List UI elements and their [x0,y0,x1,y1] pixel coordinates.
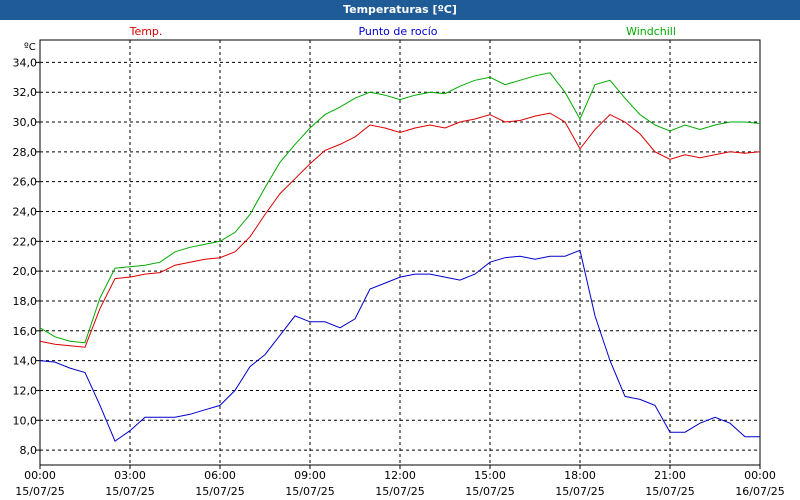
y-tick-label: 8,0 [20,444,38,457]
x-tick-time-label: 18:00 [564,469,596,482]
x-tick-date-label: 15/07/25 [645,485,694,498]
y-axis-unit-label: ºC [24,42,36,53]
x-tick-date-label: 15/07/25 [555,485,604,498]
y-tick-label: 24,0 [13,205,38,218]
y-tick-label: 16,0 [13,325,38,338]
x-tick-time-label: 21:00 [654,469,686,482]
y-tick-label: 28,0 [13,146,38,159]
x-axis-ticks: 00:00 15/07/25 03:00 15/07/25 06:00 15/07/25 0… [15,465,785,498]
x-tick-time-label: 15:00 [474,469,506,482]
legend: Temp. Punto de rocío Windchill [129,25,676,38]
x-tick-date-label: 15/07/25 [15,485,64,498]
y-tick-label: 34,0 [13,56,38,69]
x-tick-date-label: 15/07/25 [465,485,514,498]
y-axis-ticks: 8,0 10,0 12,0 14,0 16,0 18,0 20,0 22,0 24,0 26,0 2… [13,56,40,457]
y-tick-label: 14,0 [13,355,38,368]
y-tick-label: 18,0 [13,295,38,308]
x-tick-time-label: 09:00 [294,469,326,482]
x-tick-date-label: 16/07/25 [735,485,784,498]
y-tick-label: 30,0 [13,116,38,129]
y-tick-label: 22,0 [13,235,38,248]
y-tick-label: 26,0 [13,176,38,189]
x-tick-time-label: 12:00 [384,469,416,482]
x-tick-time-label: 03:00 [114,469,146,482]
x-tick-time-label: 06:00 [204,469,236,482]
x-tick-time-label: 00:00 [24,469,56,482]
x-tick-date-label: 15/07/25 [195,485,244,498]
x-tick-date-label: 15/07/25 [375,485,424,498]
x-tick-date-label: 15/07/25 [105,485,154,498]
temperature-chart: 8,0 10,0 12,0 14,0 16,0 18,0 20,0 22,0 24,0 26,0 2… [13,25,785,498]
y-tick-label: 20,0 [13,265,38,278]
legend-item: Temp. [129,25,163,38]
y-tick-label: 12,0 [13,384,38,397]
chart-title: Temperaturas [ºC] [0,0,800,20]
legend-item: Windchill [626,25,676,38]
y-tick-label: 32,0 [13,86,38,99]
y-tick-label: 10,0 [13,414,38,427]
legend-item: Punto de rocío [358,25,437,38]
x-tick-date-label: 15/07/25 [285,485,334,498]
x-tick-time-label: 00:00 [744,469,776,482]
